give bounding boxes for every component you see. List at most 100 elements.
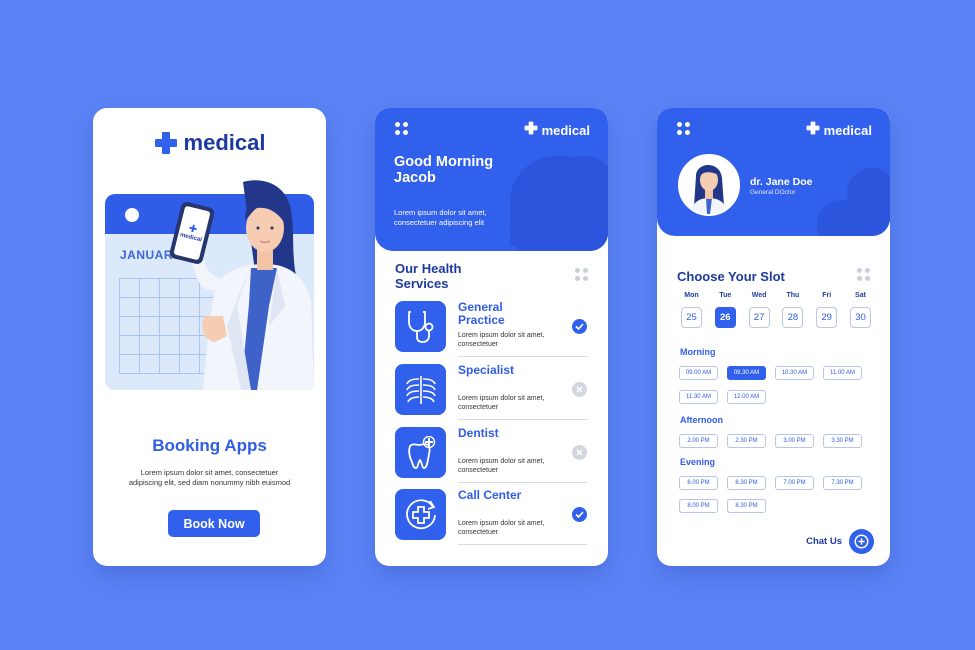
brand-logo: medical <box>806 121 872 140</box>
brand-name: medical <box>183 130 266 155</box>
tooth-icon <box>395 427 446 478</box>
check-icon[interactable] <box>572 319 587 334</box>
menu-grid-icon[interactable] <box>395 122 408 135</box>
day-name: Fri <box>822 292 832 299</box>
day-thu[interactable]: Thu 28 <box>782 292 804 328</box>
day-picker: Mon 25 Tue 26 Wed 27 Thu 28 Fri 29 Sat 30 <box>681 292 871 328</box>
service-name: Dentist <box>458 426 499 440</box>
service-description: Lorem ipsum dolor sit amet, consectetuer <box>458 395 545 411</box>
header: medical dr. Jane Doe General DOctor <box>657 108 890 236</box>
time-slot-selected[interactable]: 09.30 AM <box>727 366 766 380</box>
menu-grid-icon[interactable] <box>575 268 588 281</box>
service-description: Lorem ipsum dolor sit amet, consectetuer <box>458 458 545 474</box>
check-icon[interactable] <box>572 507 587 522</box>
medical-cross-icon <box>806 121 820 140</box>
brand-name: medical <box>823 123 872 138</box>
time-slot[interactable]: 09.00 AM <box>679 366 718 380</box>
service-description: Lorem ipsum dolor sit amet, consectetuer <box>458 332 545 348</box>
chat-us-label: Chat Us <box>806 536 842 547</box>
day-number[interactable]: 27 <box>748 307 770 328</box>
ribcage-icon <box>395 364 446 415</box>
service-name: Specialist <box>458 363 515 377</box>
morning-slots-row-2: 11.30 AM 12.00 AM <box>679 390 766 404</box>
time-slot[interactable]: 2.00 PM <box>679 434 718 448</box>
afternoon-slots-row: 2.00 PM 2.30 PM 3.00 PM 3.30 PM <box>679 434 862 448</box>
day-number[interactable]: 25 <box>681 307 702 328</box>
time-slot[interactable]: 6.00 PM <box>679 476 718 490</box>
page-title: Booking Apps <box>152 436 267 455</box>
doctor-role: General DOctor <box>750 189 796 196</box>
book-now-button[interactable]: Book Now <box>168 510 260 537</box>
divider <box>458 419 587 420</box>
call-center-icon <box>395 489 446 540</box>
section-title: Our Health Services <box>395 261 462 291</box>
time-slot[interactable]: 10.30 AM <box>775 366 814 380</box>
day-name: Wed <box>751 292 767 299</box>
day-number[interactable]: 29 <box>816 307 838 328</box>
divider <box>458 482 587 483</box>
chat-us[interactable]: Chat Us <box>806 529 874 554</box>
day-number-selected[interactable]: 26 <box>714 307 736 328</box>
booking-slot-screen: medical dr. Jane Doe General DOctor Choo… <box>657 108 890 566</box>
time-slot[interactable]: 8.30 PM <box>727 499 766 513</box>
doctor-name: dr. Jane Doe <box>750 176 813 188</box>
brand-logo: medical <box>93 130 326 156</box>
day-name: Mon <box>684 292 699 299</box>
divider <box>458 544 587 545</box>
medical-cross-icon <box>524 121 538 140</box>
greeting-title: Good Morning Jacob <box>394 154 494 186</box>
doctor-illustration: JANUARY ✚ medical <box>105 176 314 390</box>
time-slot[interactable]: 12.00 AM <box>727 390 766 404</box>
onboarding-screen: medical JANUARY ✚ medical Booking Apps L… <box>93 108 326 566</box>
time-slot[interactable]: 11.00 AM <box>823 366 862 380</box>
menu-grid-icon[interactable] <box>857 268 870 281</box>
time-slot[interactable]: 7.00 PM <box>775 476 814 490</box>
day-wed[interactable]: Wed 27 <box>748 292 770 328</box>
medical-cross-icon <box>154 131 178 155</box>
services-screen: medical Good Morning Jacob Lorem ipsum d… <box>375 108 608 566</box>
day-tue[interactable]: Tue 26 <box>714 292 736 328</box>
greeting-description: Lorem ipsum dolor sit amet, consectetuer… <box>394 208 487 227</box>
doctor-avatar <box>678 154 740 216</box>
chat-plus-icon[interactable] <box>849 529 874 554</box>
time-slot[interactable]: 3.00 PM <box>775 434 814 448</box>
page-description: Lorem ipsum dolor sit amet, consectetuer… <box>128 468 291 487</box>
section-title: Choose Your Slot <box>677 269 785 284</box>
stethoscope-icon <box>395 301 446 352</box>
service-name: General Practice <box>458 300 505 327</box>
day-mon[interactable]: Mon 25 <box>681 292 702 328</box>
brand-name: medical <box>541 123 590 138</box>
day-name: Tue <box>719 292 732 299</box>
close-icon[interactable] <box>572 445 587 460</box>
day-name: Sat <box>855 292 866 299</box>
time-slot[interactable]: 11.30 AM <box>679 390 718 404</box>
calendar-ring-icon <box>125 208 139 222</box>
time-slot[interactable]: 6.30 PM <box>727 476 766 490</box>
menu-grid-icon[interactable] <box>677 122 690 135</box>
evening-slots-row-1: 6.00 PM 6.30 PM 7.00 PM 7.30 PM <box>679 476 862 490</box>
morning-slots-row-1: 09.00 AM 09.30 AM 10.30 AM 11.00 AM <box>679 366 862 380</box>
service-dentist[interactable]: Dentist Lorem ipsum dolor sit amet, cons… <box>395 427 587 483</box>
service-name: Call Center <box>458 488 522 502</box>
service-description: Lorem ipsum dolor sit amet, consectetuer <box>458 520 545 536</box>
header: medical Good Morning Jacob Lorem ipsum d… <box>375 108 608 251</box>
service-general-practice[interactable]: General Practice Lorem ipsum dolor sit a… <box>395 301 587 357</box>
day-number[interactable]: 30 <box>849 307 871 328</box>
time-slot[interactable]: 3.30 PM <box>823 434 862 448</box>
service-specialist[interactable]: Specialist Lorem ipsum dolor sit amet, c… <box>395 364 587 420</box>
close-icon[interactable] <box>572 382 587 397</box>
day-sat[interactable]: Sat 30 <box>849 292 871 328</box>
divider <box>458 356 587 357</box>
service-call-center[interactable]: Call Center Lorem ipsum dolor sit amet, … <box>395 489 587 545</box>
day-fri[interactable]: Fri 29 <box>816 292 838 328</box>
time-slot[interactable]: 7.30 PM <box>823 476 862 490</box>
phone-brand-text: medical <box>179 232 203 244</box>
day-name: Thu <box>786 292 800 299</box>
day-number[interactable]: 28 <box>782 307 804 328</box>
morning-label: Morning <box>680 347 716 357</box>
time-slot[interactable]: 2.30 PM <box>727 434 766 448</box>
afternoon-label: Afternoon <box>680 415 723 425</box>
time-slot[interactable]: 8.00 PM <box>679 499 718 513</box>
evening-slots-row-2: 8.00 PM 8.30 PM <box>679 499 766 513</box>
evening-label: Evening <box>680 457 716 467</box>
